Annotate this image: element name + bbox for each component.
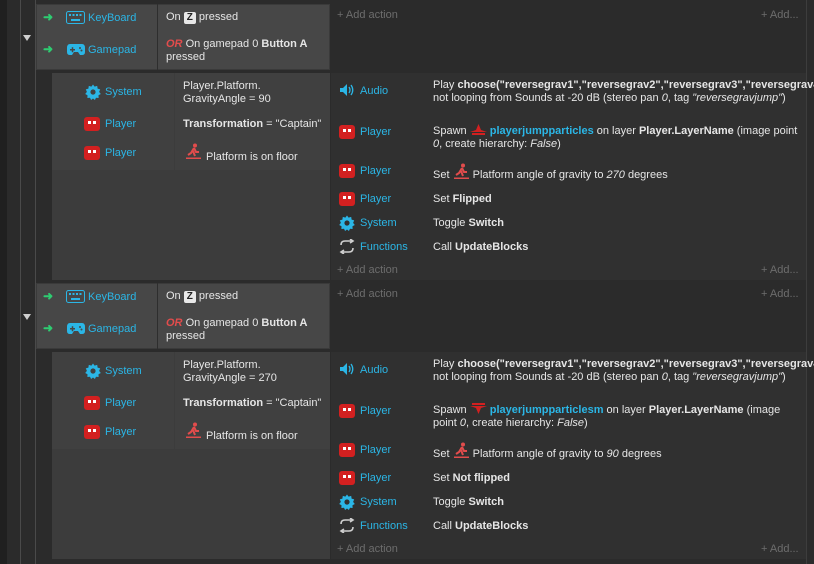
sub-condition-object-name[interactable]: Player [105,426,136,438]
sub-condition-object-name[interactable]: Player [105,118,136,130]
player-icon [84,117,100,131]
condition-text[interactable]: On Z pressed [166,290,238,303]
platform-behavior-icon [186,422,201,438]
condition-object-name[interactable]: KeyBoard [88,12,136,24]
particles-icon [469,403,487,414]
player-icon [84,146,100,160]
condition-object-name[interactable]: Gamepad [88,44,136,56]
action-text[interactable]: Toggle Switch [433,496,504,509]
add-more-link[interactable]: + Add... [761,9,799,21]
tree-line [20,0,21,564]
gamepad-icon [67,323,85,334]
player-icon [339,471,355,485]
condition-text[interactable]: OR On gamepad 0 Button Apressed [166,38,307,64]
action-text[interactable]: Call UpdateBlocks [433,241,528,254]
sub-condition-text[interactable]: Platform is on floor [206,151,298,164]
collapse-toggle-icon[interactable] [23,35,31,41]
player-icon [339,164,355,178]
action-text[interactable]: Play choose("reversegrav1","reversegrav2… [433,79,814,105]
trigger-arrow-icon: ➜ [43,10,54,24]
action-text[interactable]: Set Flipped [433,193,492,206]
platform-behavior-icon [453,163,469,179]
action-text[interactable]: Spawn playerjumpparticlesm on layer Play… [433,403,780,430]
action-object-name[interactable]: Player [360,472,391,484]
action-text[interactable]: Toggle Switch [433,217,504,230]
platform-behavior-icon [453,442,469,458]
action-text[interactable]: Call UpdateBlocks [433,520,528,533]
action-text[interactable]: Play choose("reversegrav1","reversegrav2… [433,358,814,384]
action-text[interactable]: Set Platform angle of gravity to 270 deg… [433,163,668,182]
action-object-name[interactable]: Player [360,444,391,456]
left-gutter [0,0,7,564]
sub-condition-text[interactable]: Transformation = "Captain" [183,397,321,410]
trigger-arrow-icon: ➜ [43,42,54,56]
platform-behavior-icon [186,143,201,159]
add-action-link[interactable]: + Add action [337,264,398,276]
gear-icon [85,84,101,100]
condition-text[interactable]: On Z pressed [166,11,238,24]
action-object-name[interactable]: Functions [360,520,408,532]
condition-text[interactable]: OR On gamepad 0 Button Apressed [166,317,307,343]
action-text[interactable]: Set Platform angle of gravity to 90 degr… [433,442,662,461]
speaker-icon [340,84,354,96]
sub-condition-text[interactable]: Platform is on floor [206,430,298,443]
sub-condition-object-name[interactable]: Player [105,147,136,159]
functions-icon [339,239,355,254]
collapse-toggle-icon[interactable] [23,314,31,320]
action-object-name[interactable]: Audio [360,364,388,376]
player-icon [339,125,355,139]
condition-object-name[interactable]: Gamepad [88,323,136,335]
sub-condition-object-name[interactable]: Player [105,397,136,409]
action-object-name[interactable]: Audio [360,85,388,97]
player-icon [339,443,355,457]
action-text[interactable]: Spawn playerjumpparticles on layer Playe… [433,124,797,151]
sub-condition-text[interactable]: Player.Platform. GravityAngle = 90 [183,80,271,106]
action-object-name[interactable]: System [360,496,397,508]
gear-icon [85,363,101,379]
player-icon [84,425,100,439]
add-more-link[interactable]: + Add... [761,288,799,300]
action-object-name[interactable]: Player [360,405,391,417]
add-action-link[interactable]: + Add action [337,288,398,300]
gamepad-icon [67,44,85,55]
sub-condition-text[interactable]: Player.Platform. GravityAngle = 270 [183,359,277,385]
action-object-name[interactable]: Player [360,193,391,205]
speaker-icon [340,363,354,375]
action-object-name[interactable]: Player [360,165,391,177]
tree-line [35,0,36,564]
condition-object-name[interactable]: KeyBoard [88,291,136,303]
action-text[interactable]: Set Not flipped [433,472,510,485]
gear-icon [339,494,355,510]
functions-icon [339,518,355,533]
sub-condition-object-name[interactable]: System [105,86,142,98]
action-object-name[interactable]: System [360,217,397,229]
trigger-arrow-icon: ➜ [43,321,54,335]
player-icon [339,192,355,206]
add-action-link[interactable]: + Add action [337,9,398,21]
player-icon [339,404,355,418]
add-action-link[interactable]: + Add action [337,543,398,555]
add-more-link[interactable]: + Add... [761,543,799,555]
gear-icon [339,215,355,231]
add-more-link[interactable]: + Add... [761,264,799,276]
keyboard-icon [66,11,85,24]
sub-condition-text[interactable]: Transformation = "Captain" [183,118,321,131]
action-object-name[interactable]: Player [360,126,391,138]
player-icon [84,396,100,410]
keyboard-icon [66,290,85,303]
action-object-name[interactable]: Functions [360,241,408,253]
particles-icon [469,124,487,135]
sub-condition-object-name[interactable]: System [105,365,142,377]
trigger-arrow-icon: ➜ [43,289,54,303]
